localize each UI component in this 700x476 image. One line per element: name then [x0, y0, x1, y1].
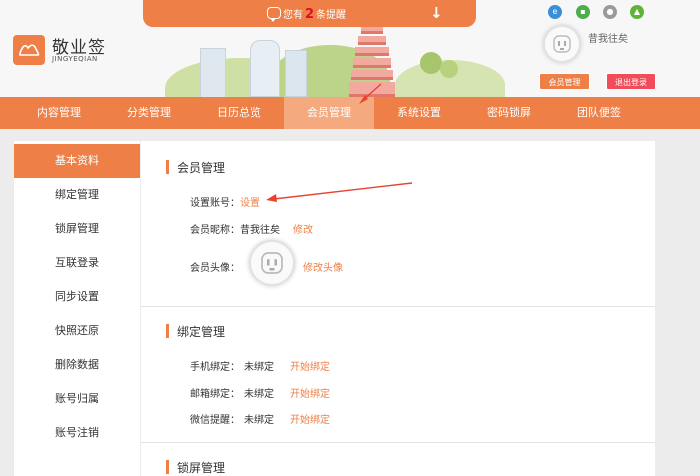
sidebar-item-delete-data[interactable]: 删除数据: [14, 348, 140, 382]
main-nav: 内容管理 分类管理 日历总览 会员管理 系统设置 密码锁屏 团队便签: [0, 97, 700, 129]
avatar[interactable]: [543, 25, 581, 63]
email-bind-label: 邮箱绑定：: [190, 389, 240, 400]
phone-bind-link[interactable]: 开始绑定: [290, 358, 330, 373]
logout-button[interactable]: 退出登录: [606, 73, 656, 90]
sidebar-item-binding[interactable]: 绑定管理: [14, 178, 140, 212]
sidebar: 基本资料 绑定管理 锁屏管理 互联登录 同步设置 快照还原 删除数据 账号归属 …: [14, 141, 140, 476]
annotation-arrow-icon: [359, 83, 382, 104]
nav-content[interactable]: 内容管理: [14, 97, 104, 129]
sidebar-item-connected-login[interactable]: 互联登录: [14, 246, 140, 280]
divider: [141, 306, 655, 307]
nav-category[interactable]: 分类管理: [104, 97, 194, 129]
sidebar-item-ownership[interactable]: 账号归属: [14, 382, 140, 416]
nav-settings[interactable]: 系统设置: [374, 97, 464, 129]
phone-bind-status: 未绑定: [244, 362, 274, 373]
member-section-title: 会员管理: [166, 159, 225, 176]
sidebar-item-snapshot[interactable]: 快照还原: [14, 314, 140, 348]
member-button[interactable]: 会员管理: [539, 73, 590, 90]
windows-icon[interactable]: ▪: [576, 5, 590, 19]
nav-calendar[interactable]: 日历总览: [194, 97, 284, 129]
user-name: 昔我往矣: [588, 34, 628, 45]
arrow-down-icon[interactable]: ↓: [430, 4, 443, 22]
sidebar-item-sync[interactable]: 同步设置: [14, 280, 140, 314]
nickname-value: 昔我往矣: [240, 225, 280, 236]
edit-nickname-link[interactable]: 修改: [293, 221, 313, 236]
ie-icon[interactable]: e: [548, 5, 562, 19]
wechat-bind-label: 微信提醒：: [190, 415, 240, 426]
wechat-bind-status: 未绑定: [244, 415, 274, 426]
account-label: 设置账号：: [190, 198, 240, 209]
nav-team[interactable]: 团队便签: [554, 97, 644, 129]
edit-avatar-link[interactable]: 修改头像: [303, 259, 343, 274]
divider: [141, 442, 655, 443]
brand-subtitle: JINGYEQIAN: [52, 55, 98, 63]
android-icon[interactable]: ▲: [630, 5, 644, 19]
email-bind-link[interactable]: 开始绑定: [290, 385, 330, 400]
avatar[interactable]: [249, 240, 295, 286]
nav-lock[interactable]: 密码锁屏: [464, 97, 554, 129]
sidebar-item-cancel-account[interactable]: 账号注销: [14, 416, 140, 450]
logo-icon: [13, 35, 45, 65]
notice-text: 您有 2 条提醒: [282, 6, 347, 22]
nickname-label: 会员昵称：: [190, 225, 240, 236]
annotation-arrow-icon: [266, 182, 413, 202]
sidebar-item-lock-screen[interactable]: 锁屏管理: [14, 212, 140, 246]
notice-count: 2: [304, 6, 315, 22]
phone-bind-label: 手机绑定：: [190, 362, 240, 373]
page-background: [655, 141, 700, 476]
avatar-label: 会员头像：: [190, 263, 240, 274]
lock-section-title: 锁屏管理: [166, 459, 225, 476]
wechat-bind-link[interactable]: 开始绑定: [290, 411, 330, 426]
apple-icon[interactable]: ●: [603, 5, 617, 19]
bind-section-title: 绑定管理: [166, 323, 225, 340]
sidebar-item-basic-info[interactable]: 基本资料: [14, 144, 140, 178]
notice-bar[interactable]: 您有 2 条提醒 ↓: [143, 0, 476, 27]
set-account-link[interactable]: 设置: [240, 194, 260, 209]
email-bind-status: 未绑定: [244, 389, 274, 400]
message-icon: [267, 7, 281, 22]
